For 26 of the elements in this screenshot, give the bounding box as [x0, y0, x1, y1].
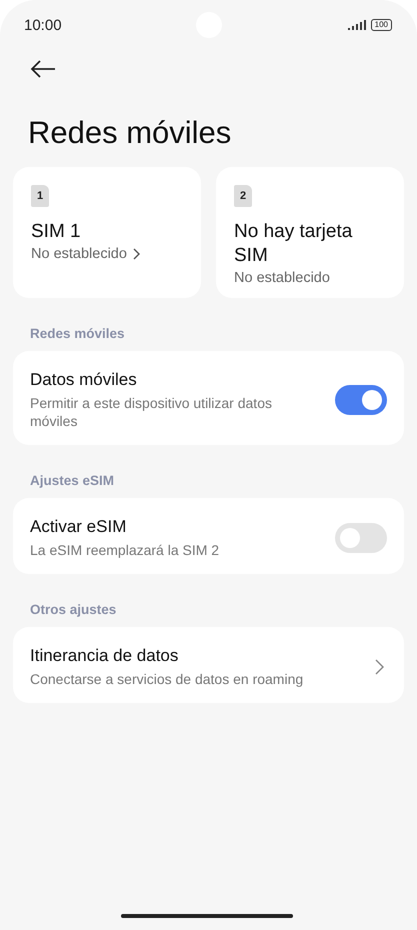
setting-description: Conectarse a servicios de datos en roaming [30, 670, 304, 688]
status-time: 10:00 [24, 16, 62, 34]
setting-title: Itinerancia de datos [30, 645, 180, 668]
section-header: Ajustes eSIM [30, 473, 116, 488]
section-header: Otros ajustes [30, 602, 118, 618]
sim-status: No establecido [31, 246, 127, 262]
sim-status: No establecido [234, 270, 330, 286]
sim-card[interactable]: 2 No hay tarjeta SIM No establecido [216, 167, 404, 298]
signal-icon [348, 20, 366, 30]
sim-number-icon: 2 [234, 185, 252, 208]
section-header: Redes móviles [30, 326, 126, 342]
sim-name: SIM 1 [31, 220, 81, 244]
back-button[interactable] [30, 60, 56, 80]
setting-title: Datos móviles [30, 369, 138, 392]
setting-description: Permitir a este dispositivo utilizar datos móviles [30, 394, 273, 430]
page-title: Redes móviles [28, 114, 232, 152]
sim-number-icon: 1 [31, 185, 49, 208]
sim-card[interactable]: 1 SIM 1 No establecido [13, 167, 201, 298]
sim-name: No hay tarjeta SIM [234, 220, 354, 268]
setting-title: Activar eSIM [30, 516, 128, 538]
chevron-icon[interactable] [375, 658, 384, 675]
battery-indicator: 100 [370, 19, 392, 31]
setting-description: La eSIM reemplazará la SIM 2 [30, 541, 220, 560]
chevron-icon [132, 248, 140, 260]
toggle-switch[interactable] [335, 384, 387, 415]
toggle-switch[interactable] [335, 522, 387, 553]
